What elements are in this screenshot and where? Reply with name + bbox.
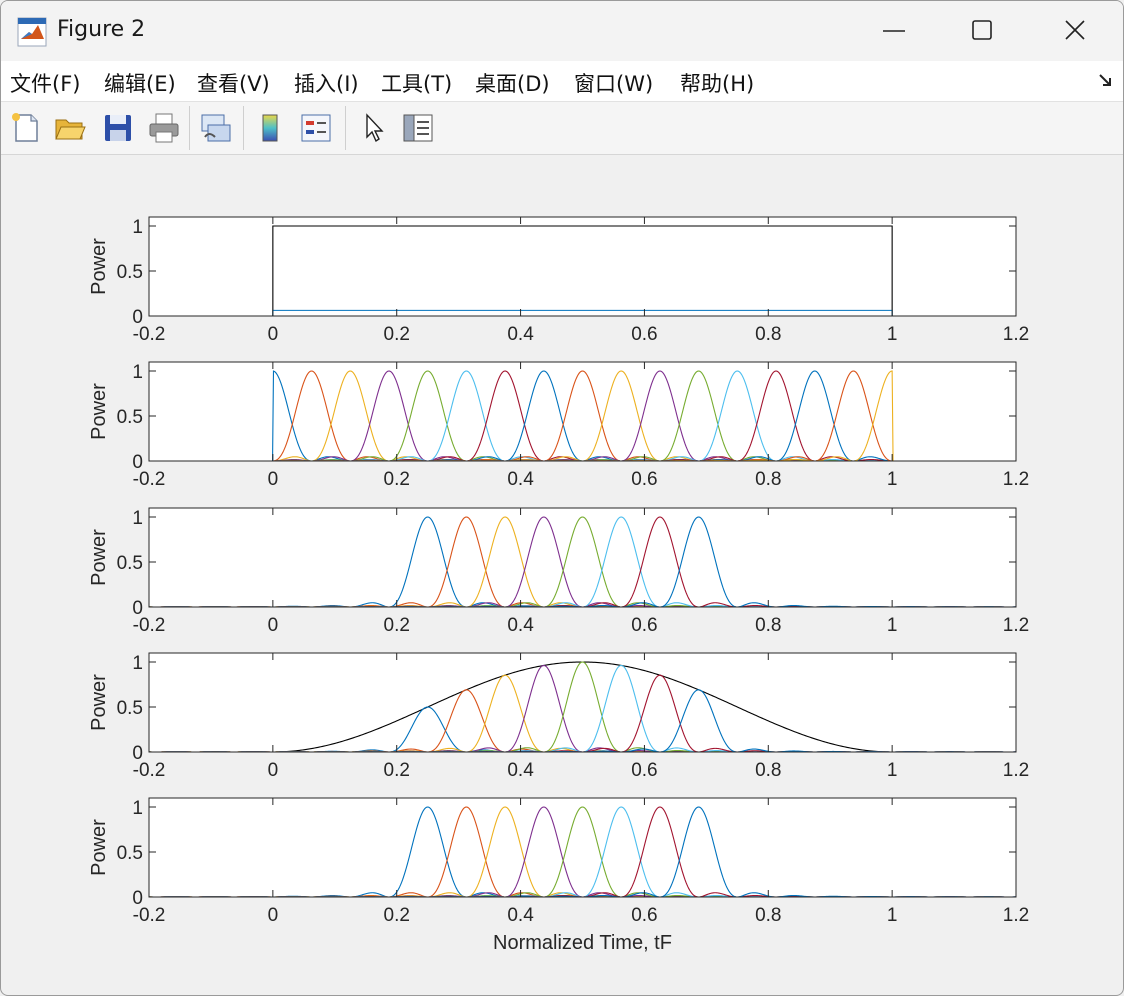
x-tick-label: 0 — [268, 324, 279, 345]
y-axis-label: Power — [88, 529, 110, 586]
y-tick-label: 0 — [132, 452, 143, 473]
y-tick-label: 0.5 — [117, 843, 143, 864]
y-tick-label: 0.5 — [117, 407, 143, 428]
y-tick-label: 1 — [132, 653, 143, 674]
subplot-1: -0.2 0 0.2 0.4 0.6 0.8 1 1.200.51Power — [88, 216, 1029, 345]
y-tick-label: 0 — [132, 743, 143, 764]
x-tick-label: 0.4 — [507, 905, 534, 926]
x-tick-label: 0.2 — [384, 469, 410, 490]
x-tick-label: 0.8 — [755, 905, 781, 926]
x-tick-label: 0.2 — [384, 615, 410, 636]
x-tick-label: 0.4 — [507, 469, 534, 490]
y-axis-label: Power — [88, 819, 110, 876]
x-tick-label: 0.4 — [507, 760, 534, 781]
figure-window: Figure 2 文件(F) 编辑(E) 查看(V) 插入(I) 工具(T) 桌… — [0, 0, 1124, 996]
y-tick-label: 1 — [132, 217, 143, 238]
x-tick-label: 0 — [268, 760, 279, 781]
axes-background — [149, 798, 1016, 897]
x-tick-label: 0.6 — [631, 615, 657, 636]
x-tick-label: 1 — [887, 615, 898, 636]
x-tick-label: 1.2 — [1003, 469, 1029, 490]
x-tick-label: 0.8 — [755, 469, 781, 490]
x-tick-label: 1.2 — [1003, 324, 1029, 345]
figure-canvas: -0.2 0 0.2 0.4 0.6 0.8 1 1.200.51Power-0.2 0 0.2 0… — [88, 216, 1029, 954]
subplot-5: -0.2 0 0.2 0.4 0.6 0.8 1 1.200.51PowerNormalize… — [88, 797, 1029, 954]
x-tick-label: 1 — [887, 469, 898, 490]
y-tick-label: 0 — [132, 598, 143, 619]
subplot-3: -0.2 0 0.2 0.4 0.6 0.8 1 1.200.51Power — [88, 507, 1029, 636]
x-tick-label: 1.2 — [1003, 760, 1029, 781]
x-axis-label: Normalized Time, tF — [493, 932, 672, 954]
subplot-2: -0.2 0 0.2 0.4 0.6 0.8 1 1.200.51Power — [88, 361, 1029, 490]
y-axis-label: Power — [88, 383, 110, 440]
axes-background — [149, 508, 1016, 607]
y-tick-label: 0.5 — [117, 553, 143, 574]
x-tick-label: 0 — [268, 615, 279, 636]
x-tick-label: 0.6 — [631, 905, 657, 926]
x-tick-label: 0.4 — [507, 615, 534, 636]
y-tick-label: 1 — [132, 362, 143, 383]
x-tick-label: 1 — [887, 324, 898, 345]
y-tick-label: 0.5 — [117, 698, 143, 719]
y-tick-label: 0 — [132, 307, 143, 328]
x-tick-label: 1.2 — [1003, 905, 1029, 926]
x-tick-label: 0.2 — [384, 324, 410, 345]
y-tick-label: 1 — [132, 798, 143, 819]
x-tick-label: 0 — [268, 905, 279, 926]
y-tick-label: 0 — [132, 888, 143, 909]
y-axis-label: Power — [88, 238, 110, 295]
x-tick-label: 0.2 — [384, 905, 410, 926]
axes-background — [149, 217, 1016, 316]
x-tick-label: 1.2 — [1003, 615, 1029, 636]
x-tick-label: 0.2 — [384, 760, 410, 781]
x-tick-label: 0 — [268, 469, 279, 490]
x-tick-label: 0.8 — [755, 760, 781, 781]
x-tick-label: 1 — [887, 760, 898, 781]
x-tick-label: 0.6 — [631, 469, 657, 490]
y-tick-label: 0.5 — [117, 262, 143, 283]
x-tick-label: 1 — [887, 905, 898, 926]
subplot-4: -0.2 0 0.2 0.4 0.6 0.8 1 1.200.51Power — [88, 652, 1029, 781]
axes-background — [149, 362, 1016, 461]
axes-background — [149, 653, 1016, 752]
y-axis-label: Power — [88, 674, 110, 731]
y-tick-label: 1 — [132, 508, 143, 529]
x-tick-label: 0.8 — [755, 324, 781, 345]
x-tick-label: 0.6 — [631, 324, 657, 345]
x-tick-label: 0.6 — [631, 760, 657, 781]
x-tick-label: 0.4 — [507, 324, 534, 345]
x-tick-label: 0.8 — [755, 615, 781, 636]
